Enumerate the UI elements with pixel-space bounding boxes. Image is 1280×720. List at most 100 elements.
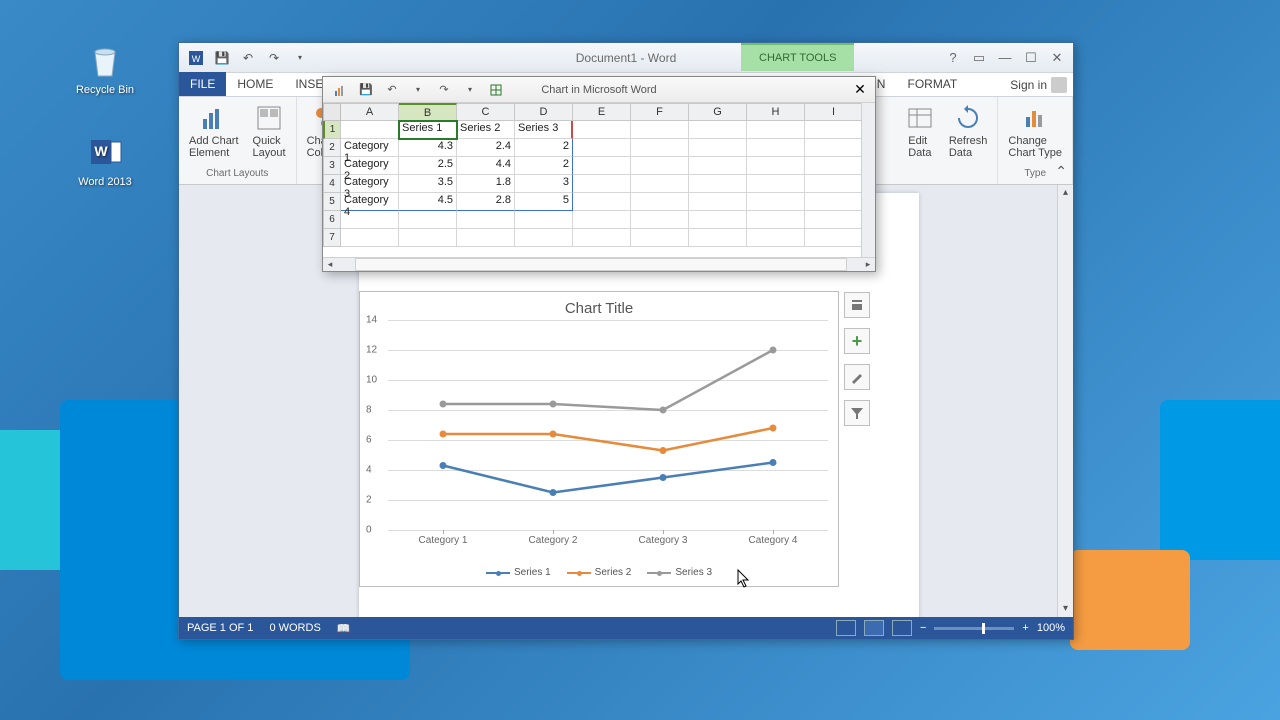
zoom-slider[interactable] xyxy=(934,627,1014,630)
row-header[interactable]: 3 xyxy=(323,157,341,175)
minimize-button[interactable]: — xyxy=(993,47,1017,69)
column-header[interactable]: C xyxy=(457,103,515,121)
cell[interactable] xyxy=(805,229,863,247)
status-page[interactable]: PAGE 1 OF 1 xyxy=(187,622,253,634)
cell[interactable]: 2.8 xyxy=(457,193,515,211)
maximize-button[interactable]: ☐ xyxy=(1019,47,1043,69)
cell[interactable] xyxy=(515,229,573,247)
cell[interactable] xyxy=(573,121,631,139)
cell[interactable]: 4.3 xyxy=(399,139,457,157)
column-header[interactable]: H xyxy=(747,103,805,121)
cell[interactable]: 1.8 xyxy=(457,175,515,193)
cell[interactable]: Category 1 xyxy=(341,139,399,157)
chart-title[interactable]: Chart Title xyxy=(360,292,838,317)
column-header[interactable]: G xyxy=(689,103,747,121)
cell[interactable] xyxy=(689,139,747,157)
horizontal-scrollbar[interactable]: ◂ ▸ xyxy=(323,257,875,271)
redo-dropdown-icon[interactable]: ▾ xyxy=(461,81,479,99)
row-header[interactable]: 6 xyxy=(323,211,341,229)
row-header[interactable]: 7 xyxy=(323,229,341,247)
cell[interactable] xyxy=(747,193,805,211)
chart-styles-icon[interactable] xyxy=(844,364,870,390)
add-chart-element-button[interactable]: Add Chart Element xyxy=(185,101,243,168)
cell[interactable] xyxy=(747,157,805,175)
column-header[interactable]: I xyxy=(805,103,863,121)
refresh-data-button[interactable]: Refresh Data xyxy=(945,101,992,168)
column-header[interactable]: E xyxy=(573,103,631,121)
mini-window-title-bar[interactable]: 💾 ↶ ▾ ↷ ▾ Chart in Microsoft Word ✕ xyxy=(323,77,875,103)
read-mode-icon[interactable] xyxy=(836,620,856,636)
close-icon[interactable]: ✕ xyxy=(849,79,871,99)
zoom-out-icon[interactable]: − xyxy=(920,622,926,634)
cell[interactable]: 2.4 xyxy=(457,139,515,157)
scroll-right-icon[interactable]: ▸ xyxy=(861,258,875,271)
cell[interactable] xyxy=(747,121,805,139)
cell[interactable] xyxy=(805,121,863,139)
undo-icon[interactable]: ↶ xyxy=(239,49,257,67)
save-icon[interactable]: 💾 xyxy=(357,81,375,99)
undo-icon[interactable]: ↶ xyxy=(383,81,401,99)
cell[interactable] xyxy=(689,121,747,139)
help-icon[interactable]: ? xyxy=(941,47,965,69)
cell[interactable] xyxy=(457,229,515,247)
cell[interactable] xyxy=(631,157,689,175)
print-layout-icon[interactable] xyxy=(864,620,884,636)
column-header[interactable]: F xyxy=(631,103,689,121)
cell[interactable]: 2 xyxy=(515,157,573,175)
scroll-left-icon[interactable]: ◂ xyxy=(323,258,337,271)
zoom-level[interactable]: 100% xyxy=(1037,622,1065,634)
chart-layout-options-icon[interactable] xyxy=(844,292,870,318)
cell[interactable] xyxy=(573,139,631,157)
cell[interactable] xyxy=(631,229,689,247)
tab-home[interactable]: HOME xyxy=(226,72,284,96)
cell[interactable] xyxy=(631,193,689,211)
redo-icon[interactable]: ↷ xyxy=(265,49,283,67)
web-layout-icon[interactable] xyxy=(892,620,912,636)
cell[interactable]: 4.5 xyxy=(399,193,457,211)
cell[interactable]: Series 2 xyxy=(457,121,515,139)
quick-layout-button[interactable]: Quick Layout xyxy=(249,101,290,168)
cell[interactable] xyxy=(747,211,805,229)
status-words[interactable]: 0 WORDS xyxy=(269,622,320,634)
row-header[interactable]: 4 xyxy=(323,175,341,193)
column-header[interactable]: B xyxy=(399,103,457,121)
cell[interactable] xyxy=(689,175,747,193)
cell[interactable] xyxy=(805,139,863,157)
cell[interactable] xyxy=(747,175,805,193)
cell[interactable]: Series 1 xyxy=(399,121,457,139)
cell[interactable] xyxy=(341,121,399,139)
cell[interactable]: 5 xyxy=(515,193,573,211)
cell[interactable] xyxy=(689,211,747,229)
scroll-up-icon[interactable]: ▴ xyxy=(1058,185,1073,201)
tab-file[interactable]: FILE xyxy=(179,72,226,96)
vertical-scrollbar[interactable] xyxy=(861,103,875,257)
cell[interactable] xyxy=(805,157,863,175)
cell[interactable]: 3 xyxy=(515,175,573,193)
row-header[interactable]: 2 xyxy=(323,139,341,157)
cell[interactable]: Series 3 xyxy=(515,121,573,139)
cell[interactable] xyxy=(805,175,863,193)
cell[interactable]: 3.5 xyxy=(399,175,457,193)
legend-item[interactable]: Series 3 xyxy=(647,567,712,578)
tab-chart-format[interactable]: FORMAT xyxy=(896,72,968,96)
cell[interactable] xyxy=(399,211,457,229)
cell[interactable] xyxy=(631,121,689,139)
cell[interactable]: Category 4 xyxy=(341,193,399,211)
select-all-corner[interactable] xyxy=(323,103,341,121)
close-button[interactable]: ✕ xyxy=(1045,47,1069,69)
vertical-scrollbar[interactable]: ▴ ▾ xyxy=(1057,185,1073,617)
chart-filter-icon[interactable] xyxy=(844,400,870,426)
cell[interactable] xyxy=(341,229,399,247)
cell[interactable] xyxy=(631,211,689,229)
spell-check-icon[interactable]: 📖 xyxy=(337,622,351,635)
cell[interactable] xyxy=(341,211,399,229)
cell[interactable] xyxy=(631,139,689,157)
change-chart-type-button[interactable]: Change Chart Type xyxy=(1004,101,1066,168)
scroll-down-icon[interactable]: ▾ xyxy=(1058,601,1073,617)
chart-object[interactable]: Chart Title 02468101214Category 1Categor… xyxy=(359,291,839,587)
cell[interactable] xyxy=(573,157,631,175)
qat-dropdown-icon[interactable]: ▾ xyxy=(291,49,309,67)
cell[interactable] xyxy=(631,175,689,193)
cell[interactable] xyxy=(747,139,805,157)
legend-item[interactable]: Series 1 xyxy=(486,567,551,578)
